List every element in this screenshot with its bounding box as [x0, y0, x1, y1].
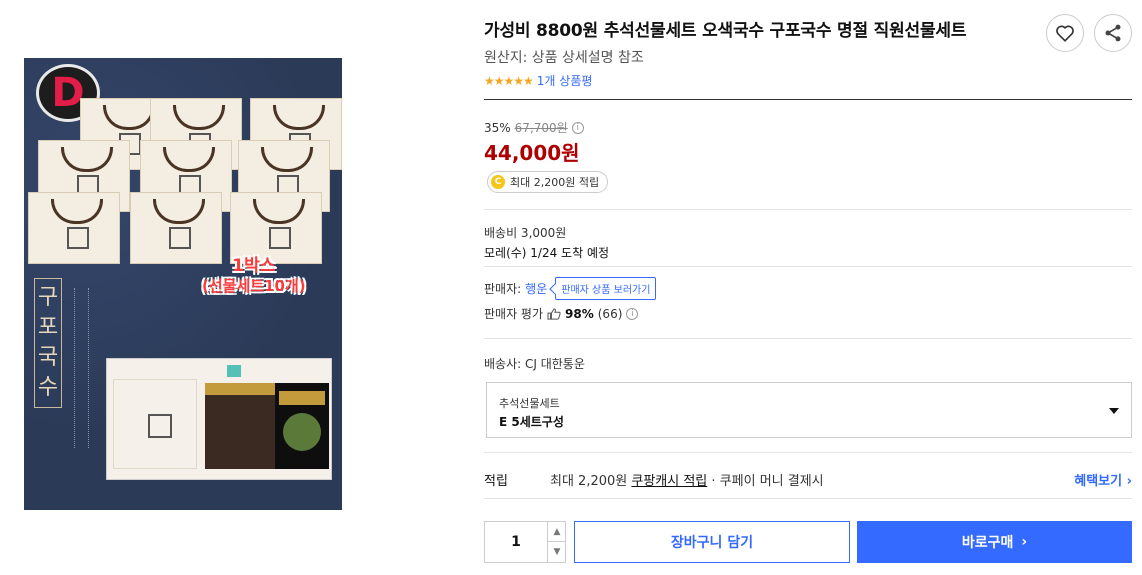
divider	[484, 498, 1132, 499]
noodle-pack	[253, 383, 277, 469]
share-icon	[1105, 24, 1121, 42]
gift-box-lid	[113, 379, 197, 469]
seller-eval-count: (66)	[597, 306, 623, 321]
buy-now-label: 바로구매	[961, 535, 1014, 551]
shipping-fee: 배송비 3,000원	[484, 226, 567, 240]
discount-rate: 35%	[484, 120, 511, 135]
option-value: E 5세트구성	[499, 415, 564, 429]
share-button[interactable]	[1094, 14, 1132, 52]
divider	[484, 338, 1132, 339]
chevron-down-icon: ▼	[553, 547, 561, 557]
divider	[484, 266, 1132, 267]
reward-badge-label: 최대 2,200원 적립	[510, 176, 600, 189]
divider	[484, 99, 1132, 100]
original-price: 67,700원	[514, 121, 568, 135]
gift-box-tag	[227, 365, 241, 377]
quantity-stepper: ▲ ▼	[484, 521, 566, 563]
quantity-input[interactable]	[485, 522, 547, 562]
divider	[484, 452, 1132, 453]
seller-label: 판매자:	[484, 282, 522, 296]
caret-down-icon	[1109, 408, 1119, 414]
seller-row: 판매자: 행운 판매자 상품 보러가기	[484, 277, 657, 300]
chevron-up-icon: ▲	[553, 526, 561, 537]
info-icon[interactable]: i	[626, 307, 639, 320]
reward-text: 최대 2,200원 쿠팡캐시 적립 · 쿠페이 머니 결제시	[550, 474, 824, 489]
carrier-info: 배송사: CJ 대한통운	[484, 357, 585, 371]
gift-box-image	[106, 358, 332, 480]
noodle-pack	[205, 383, 229, 469]
review-count-link[interactable]: 1개 상품평	[537, 72, 593, 89]
noodle-package-front	[275, 383, 329, 469]
heart-icon	[1056, 25, 1074, 42]
sale-price: 44,000원	[484, 141, 580, 165]
image-box-count-label: 1박스 (선물세트10개)	[202, 256, 306, 295]
info-icon[interactable]: i	[571, 121, 584, 134]
benefit-view-link[interactable]: 혜택보기 ›	[1074, 470, 1132, 489]
thumbs-up-icon	[547, 307, 561, 320]
reward-key: 적립	[484, 474, 508, 489]
coin-icon: C	[491, 175, 505, 189]
origin-info: 원산지: 상품 상세설명 참조	[484, 50, 644, 66]
image-decor-line	[88, 288, 98, 448]
add-to-cart-button[interactable]: 장바구니 담기	[574, 521, 850, 563]
image-decor-line	[74, 288, 84, 448]
seller-evaluation: 판매자 평가 98% (66) i	[484, 305, 639, 322]
star-rating-icon: ★★★★★	[484, 73, 534, 88]
chevron-right-icon: ›	[1021, 534, 1028, 550]
gift-bag-image	[28, 192, 120, 264]
buy-now-button[interactable]: 바로구매 ›	[857, 521, 1132, 563]
wishlist-button[interactable]	[1046, 14, 1084, 52]
product-image[interactable]: D 1박스 (선물세트10개) 구포국수	[24, 58, 342, 510]
rating-row[interactable]: ★★★★★ 1개 상품평	[484, 72, 592, 89]
option-label: 추석선물세트	[499, 397, 560, 410]
divider	[484, 209, 1132, 210]
reward-badge[interactable]: C 최대 2,200원 적립	[487, 171, 609, 193]
coupang-cash-link[interactable]: 쿠팡캐시 적립	[631, 474, 707, 489]
noodle-pack	[229, 383, 253, 469]
seller-eval-label: 판매자 평가	[484, 307, 544, 321]
quantity-decrease-button[interactable]: ▼	[547, 542, 566, 562]
quantity-increase-button[interactable]: ▲	[547, 522, 566, 542]
gift-bag-image	[130, 192, 222, 264]
image-box-title: 구포국수	[34, 278, 62, 408]
seller-eval-percent: 98%	[565, 306, 594, 321]
gift-bag-image	[230, 192, 322, 264]
option-select[interactable]: 추석선물세트 E 5세트구성	[486, 382, 1132, 438]
arrival-date: 모레(수) 1/24 도착 예정	[484, 246, 610, 260]
discount-row: 35% 67,700원 i	[484, 119, 584, 136]
seller-store-button[interactable]: 판매자 상품 보러가기	[555, 277, 657, 300]
product-title: 가성비 8800원 추석선물세트 오색국수 구포국수 명절 직원선물세트	[484, 21, 967, 41]
seller-name-link[interactable]: 행운	[525, 280, 547, 297]
